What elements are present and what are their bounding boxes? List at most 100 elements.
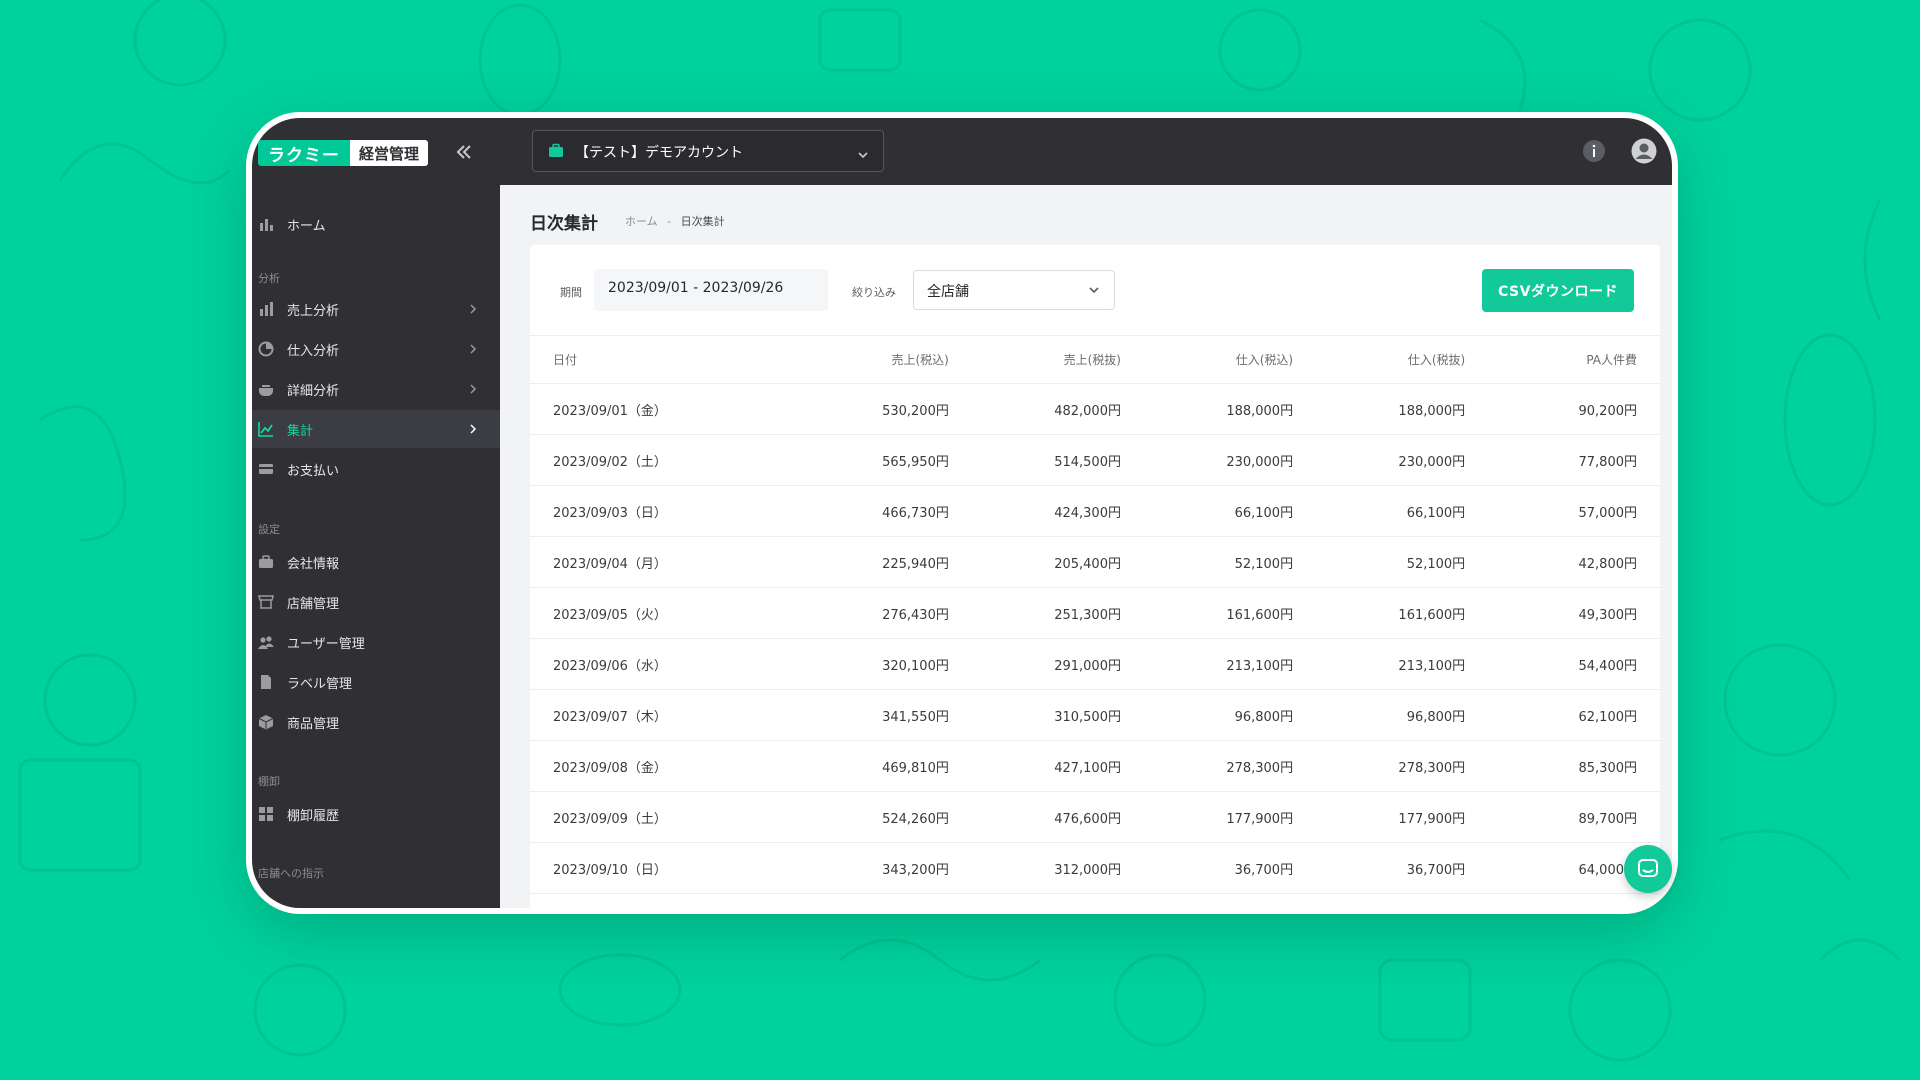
box-icon	[258, 715, 274, 730]
sidebar-item-payment[interactable]: お支払い	[252, 450, 500, 488]
table-cell: 482,000円	[949, 383, 1122, 435]
table-cell: 565,950円	[777, 434, 950, 486]
section-label-inventory: 棚卸	[258, 775, 280, 788]
table-cell: 276,430円	[777, 587, 950, 639]
sidebar-item-home[interactable]: ホーム	[252, 205, 500, 243]
table-cell: 278,300円	[1121, 740, 1295, 792]
table-cell: 49,300円	[1466, 587, 1660, 639]
table-cell: 2023/09/04（月）	[530, 536, 778, 588]
table-body: 2023/09/01（金） 530,200円 482,000円 188,000円 188…	[530, 383, 1660, 908]
section-label-settings: 設定	[258, 523, 280, 536]
table-row: 2023/09/05（火） 276,430円 251,300円 161,600円 161…	[530, 587, 1660, 639]
table-row: 2023/09/07（木） 341,550円 310,500円 96,800円 96,8…	[530, 689, 1660, 741]
table-cell: 251,300円	[949, 587, 1122, 639]
store-filter-select[interactable]: 全店舗	[913, 270, 1115, 310]
sidebar-item-label: 会社情報	[287, 556, 340, 572]
sidebar-item-detail-analysis[interactable]: 詳細分析	[252, 370, 500, 408]
filter-bar: 期間 2023/09/01 - 2023/09/26 絞り込み 全店舗 CSVダ…	[530, 245, 1660, 336]
file-icon	[261, 675, 271, 689]
table-cell: 177,900円	[1121, 791, 1295, 843]
sidebar-item-label: 商品管理	[287, 716, 340, 732]
sidebar-item-user-management[interactable]: ユーザー管理	[252, 623, 500, 661]
table-cell: 66,100円	[1121, 485, 1295, 537]
table-cell: 36,700円	[1121, 842, 1295, 894]
account-label: 【テスト】デモアカウント	[575, 145, 743, 161]
breadcrumb-home[interactable]: ホーム	[625, 215, 658, 228]
filter-label: 絞り込み	[852, 286, 896, 299]
table-cell: 213,100円	[1121, 638, 1295, 690]
table-row: 2023/09/06（水） 320,100円 291,000円 213,100円 213…	[530, 638, 1660, 690]
table-header-row: 日付 売上(税込) 売上(税抜) 仕入(税込) 仕入(税抜) PA人件費	[530, 335, 1660, 384]
table-cell: 166,100円	[1121, 893, 1295, 908]
table-cell: 2023/09/07（木）	[530, 689, 778, 741]
table-cell: 90,200円	[1466, 383, 1660, 435]
table-cell: 2023/09/10（日）	[530, 842, 778, 894]
table-row: 2023/09/09（土） 524,260円 476,600円 177,900円 177…	[530, 791, 1660, 843]
table-cell: 2023/09/06（水）	[530, 638, 778, 690]
section-label-analysis: 分析	[258, 272, 280, 285]
breadcrumb-current: 日次集計	[680, 215, 725, 228]
brand-logo[interactable]: ラクミー 経営管理	[258, 140, 429, 166]
table-row: 2023/09/11（月）287,980円261,800円166,100円166…	[530, 893, 1660, 908]
sidebar-item-label: ホーム	[287, 218, 326, 234]
table-cell: 466,730円	[777, 485, 950, 537]
table-cell: 57,000円	[1466, 485, 1660, 537]
table-cell: 2023/09/08（金）	[530, 740, 778, 792]
table-cell: 312,000円	[949, 842, 1122, 894]
sidebar-item-inventory-history[interactable]: 棚卸履歴	[252, 795, 500, 833]
account-dropdown[interactable]: 【テスト】デモアカウント	[532, 130, 884, 172]
table-row: 2023/09/01（金） 530,200円 482,000円 188,000円 188…	[530, 383, 1660, 435]
table-cell: 424,300円	[949, 485, 1122, 537]
column-header: 日付	[530, 335, 778, 384]
page-title: 日次集計	[530, 214, 598, 234]
info-icon[interactable]	[1582, 139, 1606, 167]
table-row: 2023/09/08（金） 469,810円 427,100円 278,300円 278…	[530, 740, 1660, 792]
section-label-store-instructions: 店舗への指示	[258, 867, 324, 880]
breadcrumb-separator: -	[667, 215, 672, 228]
table-cell: 230,000円	[1121, 434, 1295, 486]
store-filter-value: 全店舗	[927, 284, 969, 300]
chevron-right-icon	[470, 424, 477, 434]
sidebar: ホーム 分析 売上分析 仕入分析 詳細分析 集計 お支払い 設定 会社情報 店舗…	[252, 185, 500, 908]
daily-summary-table: 日付 売上(税込) 売上(税抜) 仕入(税込) 仕入(税抜) PA人件費 2023/09/…	[530, 335, 1660, 908]
table-cell: 37,100円	[1466, 893, 1660, 908]
collapse-sidebar-icon[interactable]	[452, 140, 476, 164]
bar-chart-icon	[260, 302, 273, 316]
chevron-down-icon	[1088, 284, 1100, 300]
table-cell: 42,800円	[1466, 536, 1660, 588]
table-cell: 514,500円	[949, 434, 1122, 486]
grid-icon	[259, 807, 273, 821]
sidebar-item-company[interactable]: 会社情報	[252, 543, 500, 581]
sidebar-item-sales-analysis[interactable]: 売上分析	[252, 290, 500, 328]
table-cell: 2023/09/02（土）	[530, 434, 778, 486]
table-cell: 2023/09/11（月）	[530, 893, 778, 908]
csv-download-button[interactable]: CSVダウンロード	[1482, 269, 1634, 312]
user-avatar-icon[interactable]	[1631, 138, 1657, 168]
sidebar-item-store-management[interactable]: 店舗管理	[252, 583, 500, 621]
line-chart-icon	[258, 422, 273, 437]
top-bar: ラクミー 経営管理 【テスト】デモアカウント	[252, 118, 1672, 185]
table-cell: 52,100円	[1121, 536, 1295, 588]
pie-chart-icon	[258, 341, 274, 357]
period-date-range-input[interactable]: 2023/09/01 - 2023/09/26	[594, 269, 828, 311]
chevron-down-icon	[857, 146, 869, 165]
table-cell: 230,000円	[1294, 434, 1467, 486]
period-label: 期間	[560, 286, 582, 299]
sidebar-item-label: 集計	[287, 423, 314, 439]
sidebar-item-purchase-analysis[interactable]: 仕入分析	[252, 330, 500, 368]
table-row: 2023/09/04（月） 225,940円 205,400円 52,100円 52,1…	[530, 536, 1660, 588]
sidebar-item-summary[interactable]: 集計	[252, 410, 500, 448]
sidebar-item-label-management[interactable]: ラベル管理	[252, 663, 500, 701]
column-header: PA人件費	[1466, 335, 1660, 384]
table-cell: 261,800円	[949, 893, 1122, 908]
summary-card: 期間 2023/09/01 - 2023/09/26 絞り込み 全店舗 CSVダ…	[530, 245, 1660, 908]
pot-icon	[259, 385, 273, 396]
chat-support-button[interactable]	[1624, 845, 1672, 893]
sidebar-item-label: 棚卸履歴	[287, 808, 340, 824]
column-header: 仕入(税込)	[1121, 335, 1295, 384]
sidebar-item-product-management[interactable]: 商品管理	[252, 703, 500, 741]
table-row: 2023/09/10（日） 343,200円 312,000円 36,700円 36,7…	[530, 842, 1660, 894]
table-row: 2023/09/03（日） 466,730円 424,300円 66,100円 66,1…	[530, 485, 1660, 537]
chevron-right-icon	[470, 384, 477, 394]
chat-icon	[1638, 859, 1658, 877]
